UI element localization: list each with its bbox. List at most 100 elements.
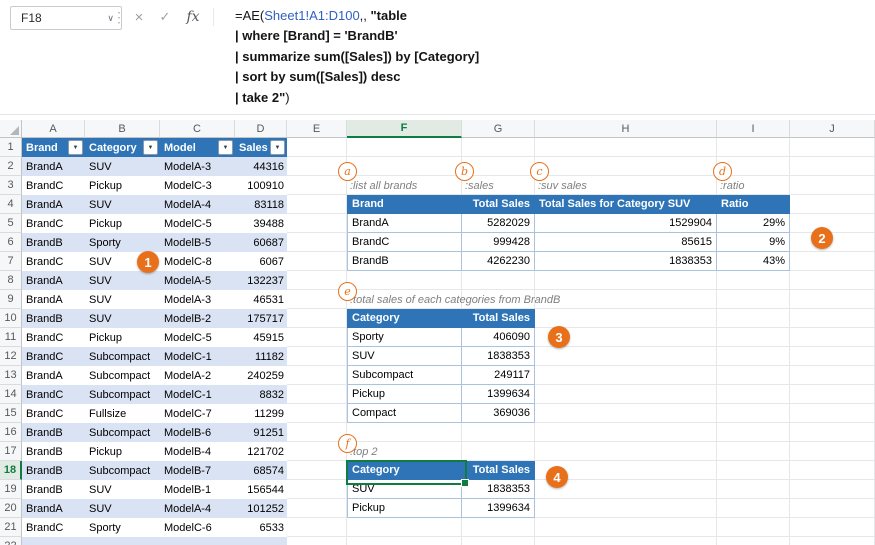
- column-header-J[interactable]: J: [790, 120, 875, 138]
- cell-J12[interactable]: [790, 347, 875, 366]
- cell-D8[interactable]: 132237: [235, 271, 287, 290]
- cell-D1[interactable]: Sales▼: [235, 138, 287, 157]
- cell-H7[interactable]: 1838353: [535, 252, 717, 271]
- formula-bar-drag-handle[interactable]: ⋮: [112, 6, 126, 28]
- row-header-2[interactable]: 2: [0, 157, 22, 176]
- cell-I14[interactable]: [717, 385, 790, 404]
- cell-I12[interactable]: [717, 347, 790, 366]
- cell-E14[interactable]: [287, 385, 347, 404]
- filter-button-category[interactable]: ▼: [143, 140, 158, 155]
- row-header-16[interactable]: 16: [0, 423, 22, 442]
- cell-F20[interactable]: Pickup: [347, 499, 462, 518]
- cell-F14[interactable]: Pickup: [347, 385, 462, 404]
- cell-F16[interactable]: [347, 423, 462, 442]
- cell-J20[interactable]: [790, 499, 875, 518]
- cell-G10[interactable]: Total Sales: [462, 309, 535, 328]
- cell-G13[interactable]: 249117: [462, 366, 535, 385]
- row-header-17[interactable]: 17: [0, 442, 22, 461]
- cell-C14[interactable]: ModelC-1: [160, 385, 235, 404]
- cell-C2[interactable]: ModelA-3: [160, 157, 235, 176]
- cell-H10[interactable]: [535, 309, 717, 328]
- cell-C4[interactable]: ModelA-4: [160, 195, 235, 214]
- cell-H17[interactable]: [535, 442, 717, 461]
- cell-C18[interactable]: ModelB-7: [160, 461, 235, 480]
- cell-E6[interactable]: [287, 233, 347, 252]
- cell-G1[interactable]: [462, 138, 535, 157]
- cell-D3[interactable]: 100910: [235, 176, 287, 195]
- row-header-21[interactable]: 21: [0, 518, 22, 537]
- column-header-H[interactable]: H: [535, 120, 717, 138]
- cell-G5[interactable]: 5282029: [462, 214, 535, 233]
- cell-E21[interactable]: [287, 518, 347, 537]
- cell-C21[interactable]: ModelC-6: [160, 518, 235, 537]
- cell-F8[interactable]: [347, 271, 462, 290]
- cell-D16[interactable]: 91251: [235, 423, 287, 442]
- cell-G12[interactable]: 1838353: [462, 347, 535, 366]
- cell-I18[interactable]: [717, 461, 790, 480]
- row-header-5[interactable]: 5: [0, 214, 22, 233]
- cell-A13[interactable]: BrandA: [22, 366, 85, 385]
- cell-H20[interactable]: [535, 499, 717, 518]
- cell-E18[interactable]: [287, 461, 347, 480]
- cell-C13[interactable]: ModelA-2: [160, 366, 235, 385]
- cell-J10[interactable]: [790, 309, 875, 328]
- cell-C22[interactable]: [160, 537, 235, 545]
- cell-B5[interactable]: Pickup: [85, 214, 160, 233]
- cell-B19[interactable]: SUV: [85, 480, 160, 499]
- cell-C6[interactable]: ModelB-5: [160, 233, 235, 252]
- cell-J9[interactable]: [790, 290, 875, 309]
- cell-B18[interactable]: Subcompact: [85, 461, 160, 480]
- cell-B10[interactable]: SUV: [85, 309, 160, 328]
- cell-B9[interactable]: SUV: [85, 290, 160, 309]
- cell-J8[interactable]: [790, 271, 875, 290]
- column-header-I[interactable]: I: [717, 120, 790, 138]
- cell-H1[interactable]: [535, 138, 717, 157]
- row-header-20[interactable]: 20: [0, 499, 22, 518]
- cell-E20[interactable]: [287, 499, 347, 518]
- fill-handle[interactable]: [461, 479, 469, 487]
- row-header-15[interactable]: 15: [0, 404, 22, 423]
- cell-E5[interactable]: [287, 214, 347, 233]
- cell-G11[interactable]: 406090: [462, 328, 535, 347]
- cell-J11[interactable]: [790, 328, 875, 347]
- column-header-G[interactable]: G: [462, 120, 535, 138]
- cell-A7[interactable]: BrandC: [22, 252, 85, 271]
- cell-A11[interactable]: BrandC: [22, 328, 85, 347]
- row-header-12[interactable]: 12: [0, 347, 22, 366]
- cell-F11[interactable]: Sporty: [347, 328, 462, 347]
- cell-A2[interactable]: BrandA: [22, 157, 85, 176]
- cell-A19[interactable]: BrandB: [22, 480, 85, 499]
- cell-A20[interactable]: BrandA: [22, 499, 85, 518]
- cell-F21[interactable]: [347, 518, 462, 537]
- cancel-icon[interactable]: ×: [128, 6, 150, 28]
- cell-C1[interactable]: Model▼: [160, 138, 235, 157]
- row-header-9[interactable]: 9: [0, 290, 22, 309]
- cell-B1[interactable]: Category▼: [85, 138, 160, 157]
- cell-E11[interactable]: [287, 328, 347, 347]
- cell-H21[interactable]: [535, 518, 717, 537]
- cell-D4[interactable]: 83118: [235, 195, 287, 214]
- cell-E12[interactable]: [287, 347, 347, 366]
- column-header-F[interactable]: F: [347, 120, 462, 138]
- cell-D6[interactable]: 60687: [235, 233, 287, 252]
- cell-B3[interactable]: Pickup: [85, 176, 160, 195]
- cell-C16[interactable]: ModelB-6: [160, 423, 235, 442]
- cell-H13[interactable]: [535, 366, 717, 385]
- row-header-13[interactable]: 13: [0, 366, 22, 385]
- cell-D21[interactable]: 6533: [235, 518, 287, 537]
- row-header-7[interactable]: 7: [0, 252, 22, 271]
- cell-A8[interactable]: BrandA: [22, 271, 85, 290]
- cell-J15[interactable]: [790, 404, 875, 423]
- enter-icon[interactable]: ✓: [154, 6, 176, 28]
- cell-F15[interactable]: Compact: [347, 404, 462, 423]
- cell-D17[interactable]: 121702: [235, 442, 287, 461]
- cell-C15[interactable]: ModelC-7: [160, 404, 235, 423]
- cell-D11[interactable]: 45915: [235, 328, 287, 347]
- cell-D20[interactable]: 101252: [235, 499, 287, 518]
- cell-C10[interactable]: ModelB-2: [160, 309, 235, 328]
- cell-D19[interactable]: 156544: [235, 480, 287, 499]
- cell-H2[interactable]: [535, 157, 717, 176]
- cell-I13[interactable]: [717, 366, 790, 385]
- cell-I21[interactable]: [717, 518, 790, 537]
- cell-G17[interactable]: [462, 442, 535, 461]
